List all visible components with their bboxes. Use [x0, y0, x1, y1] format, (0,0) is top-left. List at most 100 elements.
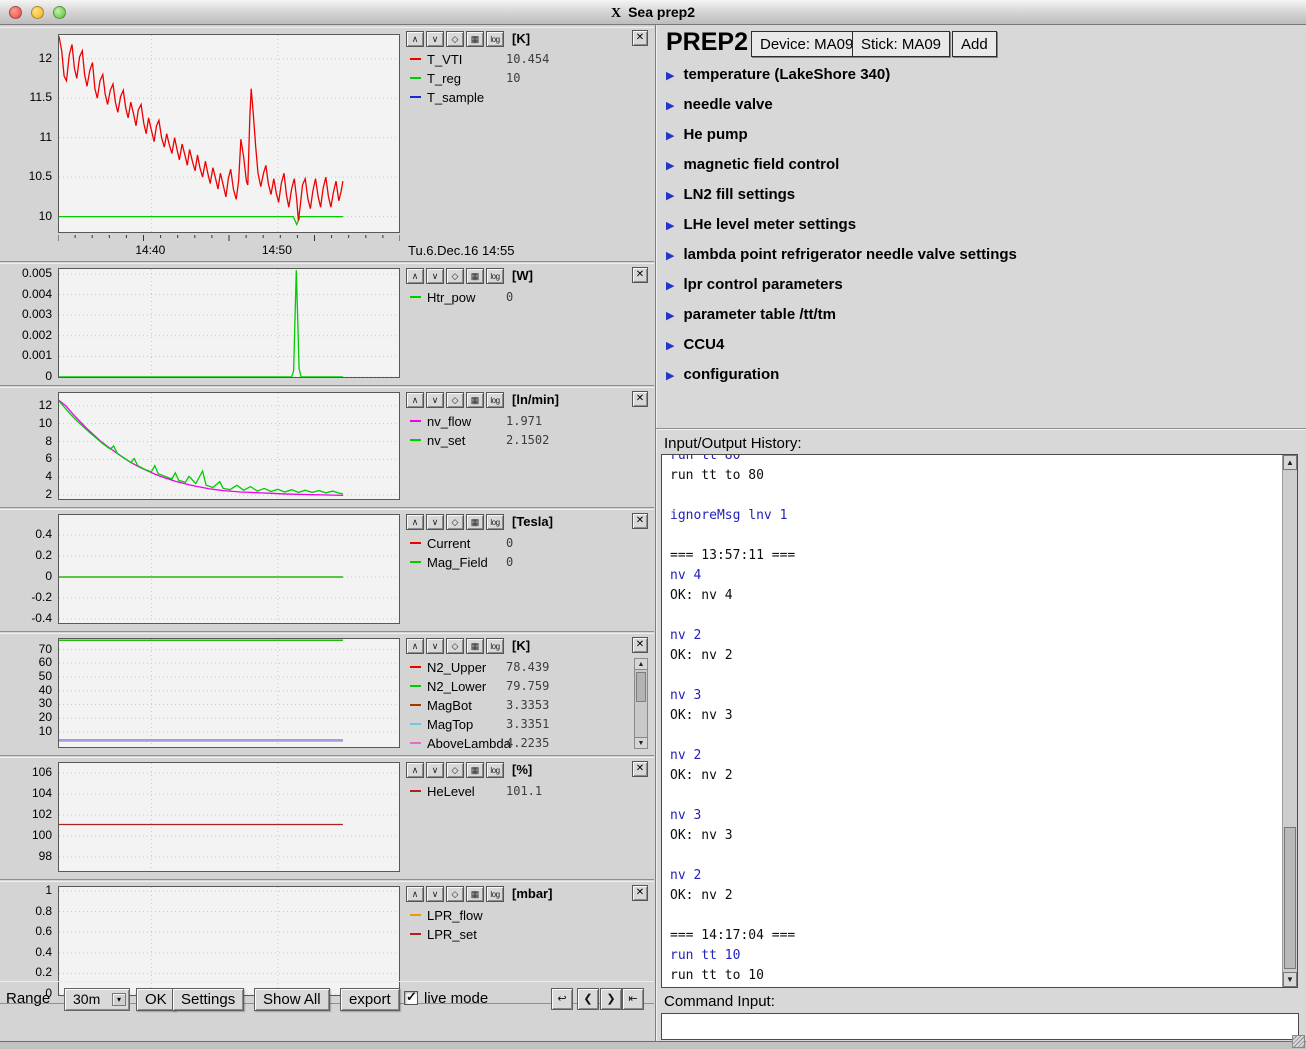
- scrollbar-thumb[interactable]: [636, 672, 646, 702]
- nav-latest-button[interactable]: ⇤: [622, 988, 644, 1010]
- export-button[interactable]: export: [340, 988, 400, 1011]
- log-scale-button[interactable]: log: [486, 886, 504, 902]
- legend-item-nv-set[interactable]: nv_set2.1502: [410, 431, 632, 450]
- settings-button[interactable]: Settings: [172, 988, 244, 1011]
- tree-item-needle-valve[interactable]: ▶needle valve: [666, 96, 773, 122]
- scroll-down-button[interactable]: ∨: [426, 638, 444, 654]
- chart-close-button[interactable]: ✕: [632, 513, 648, 529]
- legend-scrollbar[interactable]: ▲▼: [634, 658, 648, 749]
- grid-button[interactable]: ▦: [466, 762, 484, 778]
- chart-close-button[interactable]: ✕: [632, 30, 648, 46]
- tree-item-lambda-point-refrigerator-needle-valve-s[interactable]: ▶lambda point refrigerator needle valve …: [666, 246, 1017, 272]
- expand-arrow-icon[interactable]: ▶: [666, 160, 674, 172]
- legend-item-htr-pow[interactable]: Htr_pow0: [410, 288, 632, 307]
- expand-arrow-icon[interactable]: ▶: [666, 100, 674, 112]
- scroll-up-button[interactable]: ∧: [406, 514, 424, 530]
- legend-item-lpr-set[interactable]: LPR_set: [410, 925, 632, 944]
- log-scale-button[interactable]: log: [486, 638, 504, 654]
- legend-item-mag-field[interactable]: Mag_Field0: [410, 553, 632, 572]
- scrollbar-up-icon[interactable]: ▲: [1283, 455, 1297, 470]
- scrollbar-down-icon[interactable]: ▼: [1283, 972, 1297, 987]
- log-scale-button[interactable]: log: [486, 268, 504, 284]
- tree-item-he-pump[interactable]: ▶He pump: [666, 126, 748, 152]
- history-scrollbar[interactable]: ▲ ▼: [1282, 455, 1297, 987]
- scroll-down-button[interactable]: ∨: [426, 762, 444, 778]
- expand-arrow-icon[interactable]: ▶: [666, 130, 674, 142]
- zoom-button[interactable]: ◇: [446, 762, 464, 778]
- expand-arrow-icon[interactable]: ▶: [666, 220, 674, 232]
- ok-button[interactable]: OK: [136, 988, 176, 1011]
- grid-button[interactable]: ▦: [466, 886, 484, 902]
- expand-arrow-icon[interactable]: ▶: [666, 250, 674, 262]
- nav-return-button[interactable]: ↩: [551, 988, 573, 1010]
- chart-close-button[interactable]: ✕: [632, 761, 648, 777]
- scroll-down-button[interactable]: ∨: [426, 268, 444, 284]
- zoom-button[interactable]: ◇: [446, 886, 464, 902]
- expand-arrow-icon[interactable]: ▶: [666, 280, 674, 292]
- scroll-down-button[interactable]: ∨: [426, 886, 444, 902]
- tree-item-lpr-control-parameters[interactable]: ▶lpr control parameters: [666, 276, 843, 302]
- scroll-up-button[interactable]: ∧: [406, 638, 424, 654]
- chart-plot-5[interactable]: [58, 638, 400, 748]
- legend-item-magbot[interactable]: MagBot3.3353: [410, 696, 632, 715]
- grid-button[interactable]: ▦: [466, 514, 484, 530]
- zoom-button[interactable]: ◇: [446, 31, 464, 47]
- zoom-button[interactable]: ◇: [446, 638, 464, 654]
- legend-item-t-reg[interactable]: T_reg10: [410, 69, 632, 88]
- scroll-up-button[interactable]: ∧: [406, 886, 424, 902]
- legend-item-t-sample[interactable]: T_sample: [410, 88, 632, 107]
- zoom-button[interactable]: ◇: [446, 268, 464, 284]
- show-all-button[interactable]: Show All: [254, 988, 330, 1011]
- grid-button[interactable]: ▦: [466, 31, 484, 47]
- scrollbar-down-icon[interactable]: ▼: [635, 737, 647, 748]
- scrollbar-up-icon[interactable]: ▲: [635, 659, 647, 670]
- tree-item-temperature-lakeshore-340[interactable]: ▶temperature (LakeShore 340): [666, 66, 890, 92]
- dropdown-arrow-icon[interactable]: ▾: [112, 993, 126, 1006]
- live-mode-checkbox[interactable]: ✓: [404, 991, 418, 1005]
- legend-item-n2-lower[interactable]: N2_Lower79.759: [410, 677, 632, 696]
- chart-plot-3[interactable]: [58, 392, 400, 500]
- legend-item-nv-flow[interactable]: nv_flow1.971: [410, 412, 632, 431]
- legend-item-current[interactable]: Current0: [410, 534, 632, 553]
- grid-button[interactable]: ▦: [466, 392, 484, 408]
- log-scale-button[interactable]: log: [486, 31, 504, 47]
- tree-item-lhe-level-meter-settings[interactable]: ▶LHe level meter settings: [666, 216, 856, 242]
- chart-close-button[interactable]: ✕: [632, 637, 648, 653]
- chart-close-button[interactable]: ✕: [632, 267, 648, 283]
- grid-button[interactable]: ▦: [466, 268, 484, 284]
- legend-item-abovelambda[interactable]: AboveLambda4.2235: [410, 734, 632, 753]
- device-button[interactable]: Device: MA09: [751, 31, 862, 57]
- stick-button[interactable]: Stick: MA09: [852, 31, 950, 57]
- tree-item-ln2-fill-settings[interactable]: ▶LN2 fill settings: [666, 186, 795, 212]
- scroll-down-button[interactable]: ∨: [426, 514, 444, 530]
- chart-close-button[interactable]: ✕: [632, 391, 648, 407]
- tree-item-magnetic-field-control[interactable]: ▶magnetic field control: [666, 156, 839, 182]
- log-scale-button[interactable]: log: [486, 514, 504, 530]
- expand-arrow-icon[interactable]: ▶: [666, 310, 674, 322]
- expand-arrow-icon[interactable]: ▶: [666, 190, 674, 202]
- resize-grip[interactable]: [1292, 1035, 1305, 1048]
- chart-plot-7[interactable]: [58, 886, 400, 996]
- tree-item-ccu4[interactable]: ▶CCU4: [666, 336, 724, 362]
- chart-plot-2[interactable]: [58, 268, 400, 378]
- chart-plot-1[interactable]: [58, 34, 400, 233]
- io-history-box[interactable]: run tt 80run tt to 80 ignoreMsg lnv 1 ==…: [661, 454, 1298, 988]
- tree-item-parameter-table-tt-tm[interactable]: ▶parameter table /tt/tm: [666, 306, 836, 332]
- legend-item-t-vti[interactable]: T_VTI10.454: [410, 50, 632, 69]
- command-input[interactable]: [661, 1013, 1299, 1040]
- tree-item-configuration[interactable]: ▶configuration: [666, 366, 779, 392]
- legend-item-helevel[interactable]: HeLevel101.1: [410, 782, 632, 801]
- legend-item-n2-upper[interactable]: N2_Upper78.439: [410, 658, 632, 677]
- chart-plot-6[interactable]: [58, 762, 400, 872]
- legend-item-lpr-flow[interactable]: LPR_flow: [410, 906, 632, 925]
- expand-arrow-icon[interactable]: ▶: [666, 340, 674, 352]
- legend-item-magtop[interactable]: MagTop3.3351: [410, 715, 632, 734]
- expand-arrow-icon[interactable]: ▶: [666, 370, 674, 382]
- scroll-down-button[interactable]: ∨: [426, 31, 444, 47]
- chart-plot-4[interactable]: [58, 514, 400, 624]
- range-select[interactable]: 30m ▾: [64, 988, 130, 1011]
- scroll-down-button[interactable]: ∨: [426, 392, 444, 408]
- scroll-up-button[interactable]: ∧: [406, 392, 424, 408]
- expand-arrow-icon[interactable]: ▶: [666, 70, 674, 82]
- add-button[interactable]: Add: [952, 31, 997, 57]
